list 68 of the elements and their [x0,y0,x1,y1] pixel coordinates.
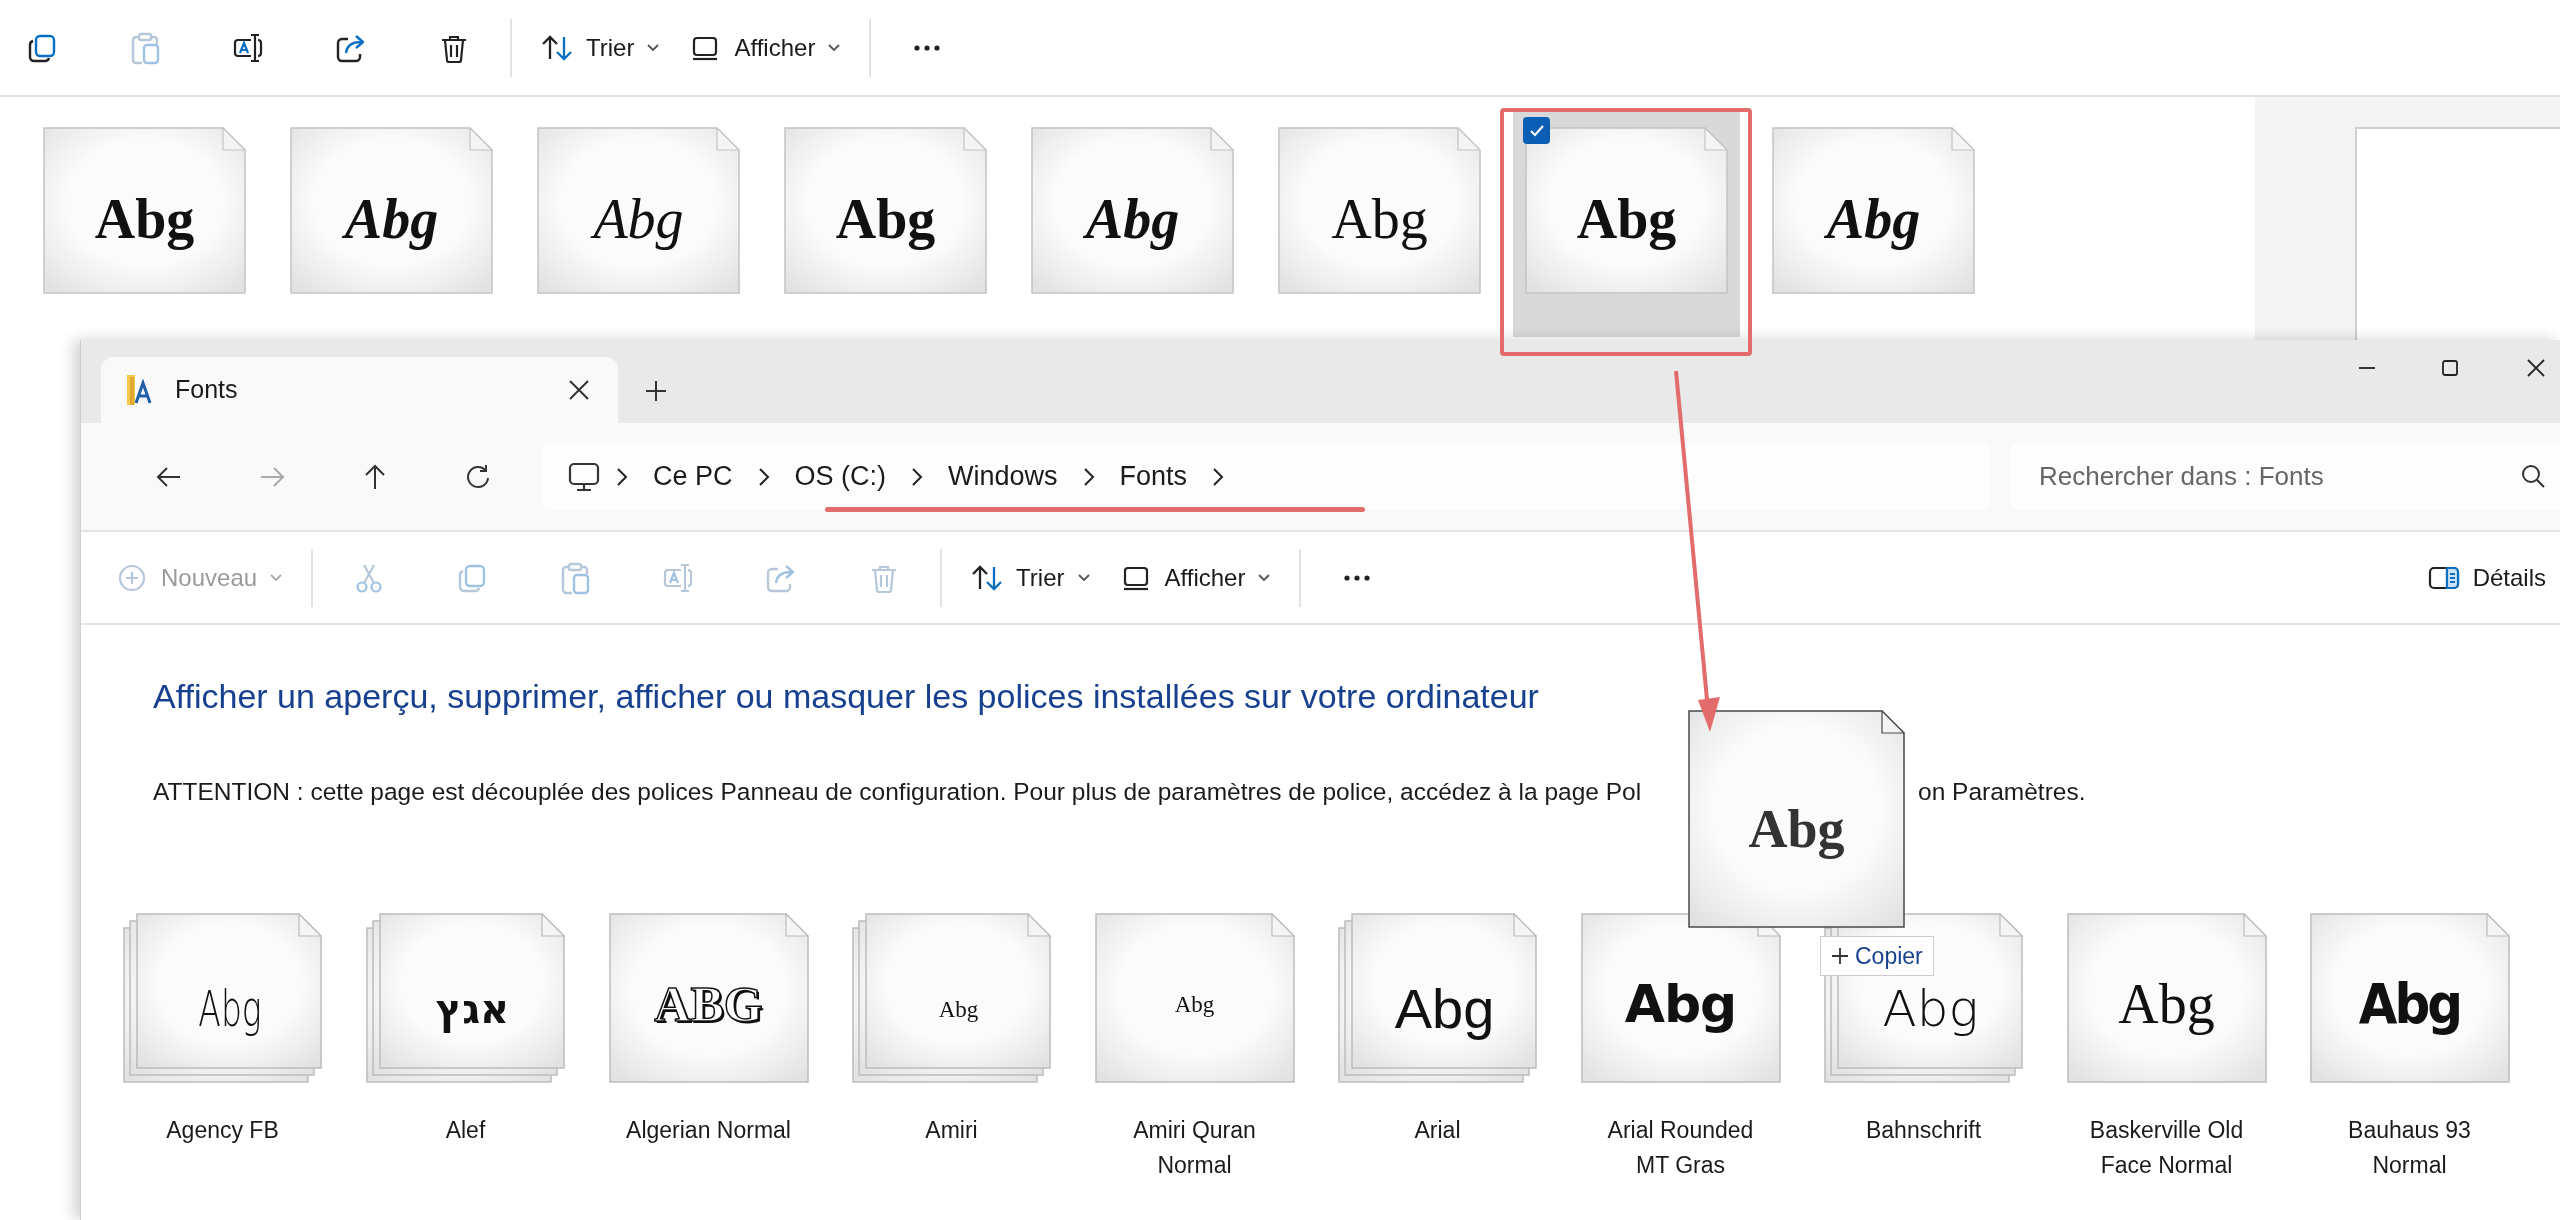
breadcrumb-item[interactable]: Ce PC [643,452,743,501]
window-tab[interactable]: Fonts [101,357,618,423]
file-thumbnail[interactable] [1094,913,1295,1083]
font-name-label: Agency FB [165,1116,280,1145]
font-sample-text: Abg [938,997,979,1021]
stacked-file-thumbnail[interactable] [851,913,1052,1083]
file-item[interactable]: Abg [525,109,752,337]
font-sample-text: Abg [197,984,262,1034]
stacked-file-thumbnail[interactable] [122,913,323,1083]
caret-icon [1076,572,1091,583]
file-item[interactable]: Abg [1266,109,1493,337]
chevron-icon [615,465,629,488]
file-item[interactable]: Abg [772,109,999,337]
caret-icon [646,42,661,53]
details-button[interactable]: Détails [2412,545,2560,610]
file-thumbnail[interactable] [2309,913,2510,1083]
close-icon [568,379,590,401]
stacked-file-thumbnail[interactable] [1337,913,1538,1083]
chevron-icon [1211,465,1226,488]
search-icon [2520,463,2546,489]
breadcrumb-item[interactable]: Windows [938,452,1068,501]
file-item[interactable]: Abg [1019,109,1246,337]
more-icon [912,44,943,51]
plus-icon [644,379,668,403]
plus-icon [1831,947,1849,965]
file-item[interactable]: Abg [1760,109,1987,337]
font-sample-text: Abg [1174,992,1215,1016]
font-name-label: Baskerville Old Face Normal [2088,1116,2245,1180]
font-name-label: Algerian Normal [625,1116,792,1145]
font-name-label: Bahnschrift [1864,1116,1983,1145]
breadcrumb-item[interactable]: OS (C:) [784,452,897,501]
file-item[interactable]: Abg [31,109,258,337]
font-name-label: Amiri Quran Normal [1132,1116,1257,1180]
notice-text: ATTENTION : cette page est découplée des polices Panneau de configuration. Pour plus de paramètres de police, accédez à la page Pol [153,778,1642,805]
caret-icon [827,42,842,53]
view-button[interactable]: Afficher [674,15,856,80]
minimize-icon [2358,367,2376,369]
file-item[interactable]: Abg [1513,109,1740,337]
chevron-icon [910,465,925,488]
breadcrumb-item[interactable]: Fonts [1109,452,1198,501]
checkbox[interactable] [1523,117,1550,144]
file-item[interactable]: Abg [278,109,505,337]
notice-text: on Paramètres. [1918,777,2086,807]
font-sample-text: ABG [654,979,763,1029]
address-bar[interactable]: Ce PC OS (C:) Windows Fonts [541,443,1991,510]
checkmark-icon [1528,123,1545,138]
stacked-file-thumbnail[interactable] [365,913,566,1083]
tooltip-text: Copier [1855,941,1923,971]
search-field[interactable]: Rechercher dans : Fonts [2011,443,2560,510]
caret-icon [269,572,284,583]
file-thumbnail[interactable] [2066,913,2267,1083]
font-name-label: Arial [1413,1116,1462,1145]
font-name-label: Arial Rounded MT Gras [1606,1116,1755,1180]
font-name-label: Alef [444,1116,487,1145]
font-sample-text: Abg [1882,984,1979,1034]
chevron-icon [1081,465,1096,488]
page-heading: Afficher un aperçu, supprimer, afficher ou masquer les polices installées sur votre ordinateur [153,677,1540,715]
sort-button[interactable]: Trier [526,15,675,80]
chevron-icon [756,465,771,488]
caret-icon [1257,572,1272,583]
file-thumbnail[interactable] [1580,913,1781,1083]
tab-title: Fonts [175,374,239,406]
file-thumbnail[interactable] [608,913,809,1083]
font-name-label: Bauhaus 93 Normal [2347,1116,2472,1180]
more-icon [1342,574,1373,581]
sort-button[interactable]: Trier [956,545,1105,610]
view-button[interactable]: Afficher [1104,545,1286,610]
font-name-label: Amiri [924,1116,979,1145]
